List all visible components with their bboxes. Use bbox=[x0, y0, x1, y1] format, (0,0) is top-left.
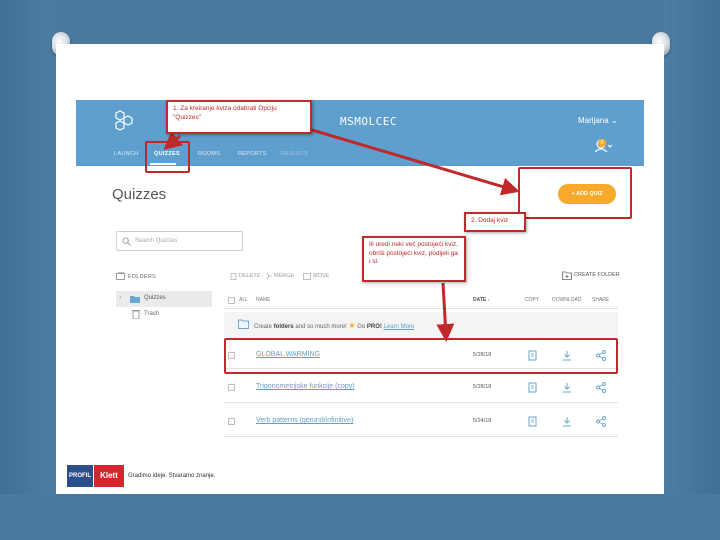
nav-reports[interactable]: REPORTS bbox=[238, 151, 267, 157]
column-download: DOWNLOAD bbox=[552, 297, 582, 303]
nav-rooms[interactable]: ROOMS bbox=[198, 151, 220, 157]
search-input[interactable]: Search Quizzes bbox=[116, 231, 243, 251]
divider bbox=[224, 402, 618, 403]
user-menu[interactable]: Marijana ⌄ bbox=[578, 116, 618, 125]
annotation-step-1: 1. Za kreiranje kviza odabrati Opciju "Q… bbox=[166, 100, 312, 134]
select-all-checkbox[interactable] bbox=[228, 297, 235, 304]
profil-logo: PROFIL bbox=[67, 465, 93, 487]
download-icon[interactable] bbox=[562, 382, 572, 393]
slide: MSMOLCEC Marijana ⌄ 0 LAUNCH QUIZZES ROO… bbox=[56, 44, 664, 494]
create-folder-icon bbox=[562, 271, 572, 280]
search-placeholder: Search Quizzes bbox=[135, 238, 178, 244]
promo-text: Create folders and so much more! ★ Go PR… bbox=[254, 321, 415, 330]
logo-tagline: Gradimo ideje. Stvaramo znanje. bbox=[128, 473, 216, 479]
column-name[interactable]: NAME bbox=[256, 297, 270, 303]
star-icon: ★ bbox=[348, 321, 356, 330]
folders-header: FOLDERS bbox=[128, 274, 157, 280]
klett-logo: Klett bbox=[94, 465, 124, 487]
column-all: ALL bbox=[239, 297, 248, 303]
merge-button[interactable]: MERGE bbox=[274, 273, 294, 279]
slide-frame-left bbox=[0, 0, 56, 540]
merge-icon bbox=[266, 272, 272, 280]
annotation-step-3: Ili uredi neki već postojeći kviz, obriš… bbox=[362, 236, 466, 282]
share-icon[interactable] bbox=[596, 382, 606, 393]
column-share: SHARE bbox=[592, 297, 610, 303]
nav-results[interactable]: RESULTS bbox=[281, 151, 308, 157]
quiz-date: 5/28/18 bbox=[473, 384, 492, 390]
sidebar-item-label: Trash bbox=[144, 311, 160, 317]
nav-launch[interactable]: LAUNCH bbox=[114, 151, 138, 157]
highlight-quiz-row bbox=[224, 338, 618, 374]
quiz-name-link[interactable]: Trigonometrijske funkcije (copy) bbox=[256, 383, 355, 390]
move-button[interactable]: MOVE bbox=[313, 273, 329, 279]
slide-frame-right bbox=[664, 0, 720, 540]
create-folder-icon bbox=[238, 319, 249, 329]
folder-icon bbox=[130, 296, 140, 303]
divider bbox=[224, 308, 618, 309]
share-icon[interactable] bbox=[596, 416, 606, 427]
notification-badge: 0 bbox=[598, 139, 606, 147]
quiz-date: 5/24/18 bbox=[473, 418, 492, 424]
column-date[interactable]: DATE ↓ bbox=[473, 297, 490, 303]
move-icon bbox=[303, 273, 311, 280]
quiz-name-link[interactable]: Verb patterns (gerund/infinitive) bbox=[256, 417, 353, 424]
copy-icon[interactable] bbox=[528, 416, 538, 427]
highlight-quizzes-tab bbox=[145, 141, 190, 173]
highlight-add-quiz bbox=[518, 167, 632, 219]
trash-icon bbox=[132, 310, 140, 319]
row-checkbox[interactable] bbox=[228, 418, 235, 425]
learn-more-link[interactable]: Learn More bbox=[384, 324, 415, 330]
annotation-step-2: 2. Dodaj kviz bbox=[464, 212, 526, 232]
copy-icon[interactable] bbox=[528, 382, 538, 393]
profil-klett-logo: PROFIL Klett Gradimo ideje. Stvaramo zna… bbox=[66, 464, 240, 490]
page-title: Quizzes bbox=[112, 186, 167, 203]
column-copy: COPY bbox=[525, 297, 540, 303]
divider bbox=[224, 436, 618, 437]
sidebar-item-label: Quizzes bbox=[144, 295, 166, 301]
pro-promo-banner: Create folders and so much more! ★ Go PR… bbox=[224, 312, 618, 338]
hexagon-logo-icon[interactable] bbox=[114, 110, 134, 132]
delete-button[interactable]: DELETE bbox=[239, 273, 260, 279]
chevron-right-icon[interactable]: › bbox=[119, 294, 121, 301]
folders-icon bbox=[116, 272, 125, 280]
delete-icon bbox=[230, 273, 237, 280]
slide-frame-bottom bbox=[0, 494, 720, 540]
search-icon bbox=[122, 237, 131, 246]
download-icon[interactable] bbox=[562, 416, 572, 427]
create-folder-button[interactable]: CREATE FOLDER bbox=[574, 272, 620, 278]
row-checkbox[interactable] bbox=[228, 384, 235, 391]
sidebar-item-quizzes[interactable]: › Quizzes bbox=[116, 291, 212, 307]
app-name: MSMOLCEC bbox=[340, 115, 397, 128]
